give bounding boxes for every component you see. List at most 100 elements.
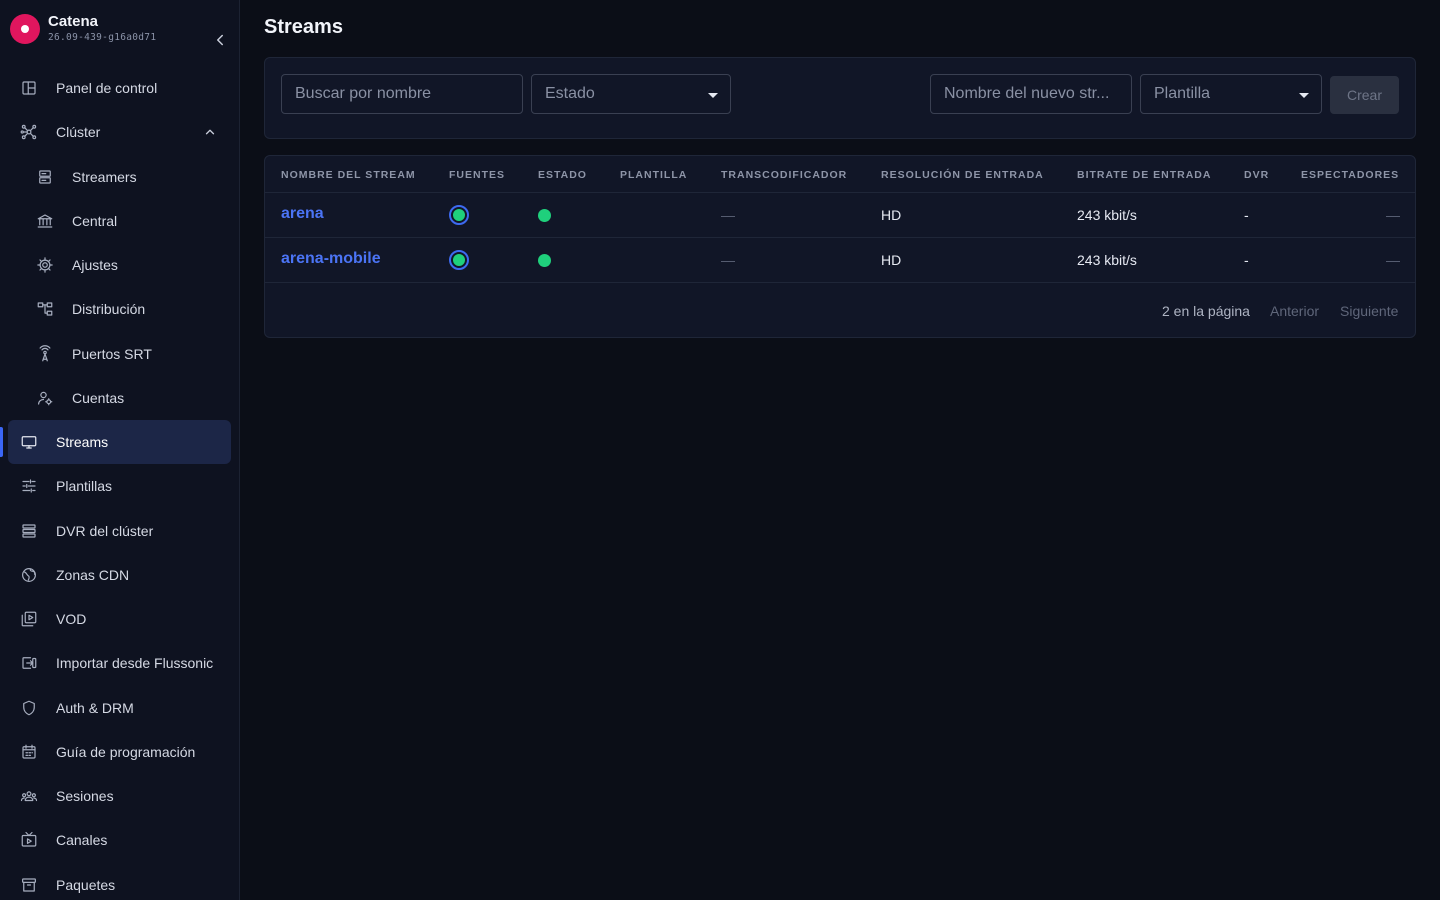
sidebar-item-accounts[interactable]: Cuentas bbox=[8, 376, 231, 420]
server-icon bbox=[36, 168, 54, 186]
column-header[interactable]: ESPECTADORES bbox=[1301, 169, 1399, 181]
tv-icon bbox=[20, 831, 38, 849]
sidebar-item-label: Central bbox=[72, 213, 118, 229]
sidebar-item-sessions[interactable]: Sesiones bbox=[8, 774, 231, 818]
column-header[interactable]: NOMBRE DEL STREAM bbox=[281, 169, 416, 181]
stream-name-link[interactable]: arena-mobile bbox=[281, 250, 381, 268]
page-count-label: 2 en la página bbox=[1162, 303, 1250, 319]
gear-icon bbox=[36, 256, 54, 274]
sidebar-item-central[interactable]: Central bbox=[8, 199, 231, 243]
sidebar-item-cluster[interactable]: Clúster bbox=[8, 110, 231, 154]
streams-table: NOMBRE DEL STREAM FUENTES ESTADO PLANTIL… bbox=[264, 155, 1416, 338]
chevron-up-icon bbox=[203, 125, 217, 144]
sidebar-item-cluster-dvr[interactable]: DVR del clúster bbox=[8, 509, 231, 553]
search-input[interactable] bbox=[281, 74, 523, 114]
chevron-left-icon bbox=[217, 34, 223, 46]
version-label: 26.09-439-g16a0d71 bbox=[48, 32, 157, 43]
group-icon bbox=[20, 787, 38, 805]
catena-logo bbox=[10, 14, 40, 44]
sidebar-item-label: Streams bbox=[56, 434, 109, 450]
monitor-icon bbox=[20, 433, 38, 451]
transcoder-cell: — bbox=[721, 207, 735, 223]
template-select[interactable]: Plantilla bbox=[1140, 74, 1322, 114]
sidebar-item-epg[interactable]: Guía de programación bbox=[8, 730, 231, 774]
sidebar-item-cdn-zones[interactable]: Zonas CDN bbox=[8, 553, 231, 597]
sidebar-item-label: Sesiones bbox=[56, 788, 114, 804]
column-header[interactable]: ESTADO bbox=[538, 169, 587, 181]
dvr-cell: - bbox=[1244, 207, 1249, 223]
caret-down-icon bbox=[1299, 93, 1309, 98]
column-header[interactable]: DVR bbox=[1244, 169, 1269, 181]
archive-icon bbox=[20, 876, 38, 894]
sidebar-item-packages[interactable]: Paquetes bbox=[8, 863, 231, 900]
sidebar-item-label: Auth & DRM bbox=[56, 700, 134, 716]
source-status-icon[interactable] bbox=[449, 250, 469, 270]
sidebar-item-auth-drm[interactable]: Auth & DRM bbox=[8, 686, 231, 730]
stream-name-link[interactable]: arena bbox=[281, 205, 324, 223]
globe-icon bbox=[20, 566, 38, 584]
bitrate-cell: 243 kbit/s bbox=[1077, 207, 1137, 223]
previous-page-button[interactable]: Anterior bbox=[1270, 303, 1319, 319]
users-cog-icon bbox=[36, 389, 54, 407]
sidebar-item-label: Guía de programación bbox=[56, 744, 196, 760]
import-icon bbox=[20, 654, 38, 672]
brand-name: Catena bbox=[48, 13, 99, 30]
sidebar-item-import-flussonic[interactable]: Importar desde Flussonic bbox=[8, 641, 231, 685]
status-online-icon bbox=[538, 209, 551, 222]
cluster-icon bbox=[20, 123, 38, 141]
shield-icon bbox=[20, 699, 38, 717]
sidebar-item-label: Ajustes bbox=[72, 257, 118, 273]
column-header[interactable]: RESOLUCIÓN DE ENTRADA bbox=[881, 169, 1044, 181]
antenna-icon bbox=[36, 345, 54, 363]
table-row[interactable]: arena — HD 243 kbit/s - — bbox=[265, 193, 1415, 238]
dashboard-icon bbox=[20, 79, 38, 97]
distribution-icon bbox=[36, 300, 54, 318]
viewers-cell: — bbox=[1386, 207, 1400, 223]
sidebar-item-label: Paquetes bbox=[56, 877, 116, 893]
create-button[interactable]: Crear bbox=[1330, 76, 1399, 114]
new-stream-name-input[interactable] bbox=[930, 74, 1132, 114]
sidebar-item-settings[interactable]: Ajustes bbox=[8, 243, 231, 287]
sidebar-item-templates[interactable]: Plantillas bbox=[8, 464, 231, 508]
sidebar-item-label: Puertos SRT bbox=[72, 346, 152, 362]
column-header[interactable]: FUENTES bbox=[449, 169, 505, 181]
sidebar-item-srt-ports[interactable]: Puertos SRT bbox=[8, 332, 231, 376]
calendar-icon bbox=[20, 743, 38, 761]
sidebar-item-label: Plantillas bbox=[56, 478, 113, 494]
active-indicator bbox=[0, 427, 3, 457]
brand: Catena 26.09-439-g16a0d71 bbox=[10, 12, 230, 46]
viewers-cell: — bbox=[1386, 252, 1400, 268]
column-header[interactable]: BITRATE DE ENTRADA bbox=[1077, 169, 1211, 181]
caret-down-icon bbox=[708, 93, 718, 98]
status-select-value: Estado bbox=[545, 85, 595, 102]
sidebar: Catena 26.09-439-g16a0d71 Panel de contr… bbox=[0, 0, 240, 900]
dvr-cell: - bbox=[1244, 252, 1249, 268]
resolution-cell: HD bbox=[881, 207, 902, 223]
page-title: Streams bbox=[264, 16, 343, 38]
sidebar-item-vod[interactable]: VOD bbox=[8, 597, 231, 641]
column-header[interactable]: PLANTILLA bbox=[620, 169, 687, 181]
sidebar-item-streams[interactable]: Streams bbox=[8, 420, 231, 464]
status-select[interactable]: Estado bbox=[531, 74, 731, 114]
sidebar-item-dashboard[interactable]: Panel de control bbox=[8, 66, 231, 110]
sidebar-item-distribution[interactable]: Distribución bbox=[8, 287, 231, 331]
table-row[interactable]: arena-mobile — HD 243 kbit/s - — bbox=[265, 238, 1415, 283]
sidebar-item-label: Cuentas bbox=[72, 390, 125, 406]
source-status-icon[interactable] bbox=[449, 205, 469, 225]
sidebar-item-label: Zonas CDN bbox=[56, 567, 130, 583]
collapse-sidebar-button[interactable] bbox=[208, 28, 232, 52]
sliders-icon bbox=[20, 477, 38, 495]
sidebar-item-label: Clúster bbox=[56, 124, 101, 140]
column-header[interactable]: TRANSCODIFICADOR bbox=[721, 169, 847, 181]
template-select-value: Plantilla bbox=[1154, 85, 1211, 102]
sidebar-item-channels[interactable]: Canales bbox=[8, 818, 231, 862]
bitrate-cell: 243 kbit/s bbox=[1077, 252, 1137, 268]
main-content: Streams Estado Plantilla Crear NOMBRE DE… bbox=[240, 0, 1440, 900]
sidebar-item-label: VOD bbox=[56, 611, 87, 627]
sidebar-item-label: Streamers bbox=[72, 169, 137, 185]
bank-icon bbox=[36, 212, 54, 230]
sidebar-item-label: Canales bbox=[56, 832, 108, 848]
next-page-button[interactable]: Siguiente bbox=[1340, 303, 1398, 319]
sidebar-item-streamers[interactable]: Streamers bbox=[8, 155, 231, 199]
table-header: NOMBRE DEL STREAM FUENTES ESTADO PLANTIL… bbox=[265, 156, 1415, 193]
